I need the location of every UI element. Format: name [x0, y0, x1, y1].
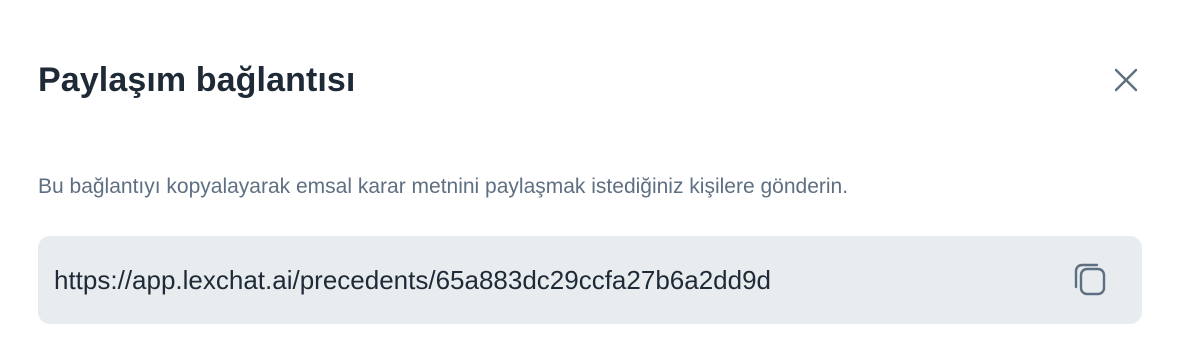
- close-icon: [1113, 67, 1139, 93]
- copy-icon: [1072, 260, 1108, 301]
- close-button[interactable]: [1106, 60, 1146, 100]
- share-link-text[interactable]: https://app.lexchat.ai/precedents/65a883…: [54, 262, 771, 298]
- copy-link-button[interactable]: [1068, 258, 1112, 302]
- dialog-title: Paylaşım bağlantısı: [38, 61, 356, 99]
- dialog-description: Bu bağlantıyı kopyalayarak emsal karar m…: [38, 175, 849, 198]
- share-link-dialog: Paylaşım bağlantısı Bu bağlantıyı kopyal…: [0, 0, 1184, 360]
- share-link-field[interactable]: https://app.lexchat.ai/precedents/65a883…: [38, 236, 1142, 324]
